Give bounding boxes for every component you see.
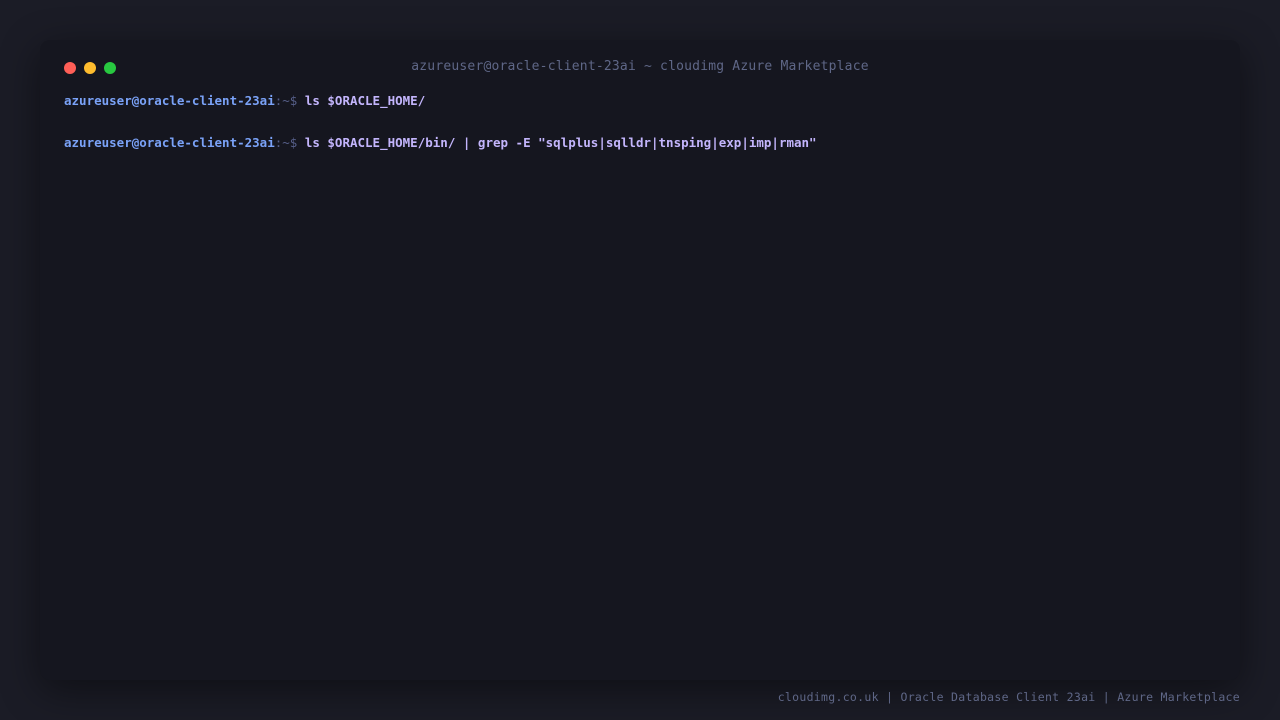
prompt-path: :~$ (274, 93, 305, 108)
prompt-path: :~$ (274, 135, 305, 150)
command-text: ls $ORACLE_HOME/bin/ | grep -E "sqlplus|… (304, 135, 817, 150)
command-text: ls $ORACLE_HOME/ (304, 93, 426, 108)
terminal-line: azureuser@oracle-client-23ai:~$ ls $ORAC… (64, 134, 1216, 152)
title-bar: azureuser@oracle-client-23ai ~ cloudimg … (40, 40, 1240, 96)
footer-caption: cloudimg.co.uk | Oracle Database Client … (777, 690, 1240, 704)
window-title: azureuser@oracle-client-23ai ~ cloudimg … (411, 59, 869, 74)
terminal-window: azureuser@oracle-client-23ai ~ cloudimg … (40, 40, 1240, 680)
terminal-output[interactable]: azureuser@oracle-client-23ai:~$ ls $ORAC… (64, 92, 1216, 152)
prompt-user-host: azureuser@oracle-client-23ai (64, 93, 275, 108)
terminal-line: azureuser@oracle-client-23ai:~$ ls $ORAC… (64, 92, 1216, 134)
prompt-user-host: azureuser@oracle-client-23ai (64, 135, 275, 150)
